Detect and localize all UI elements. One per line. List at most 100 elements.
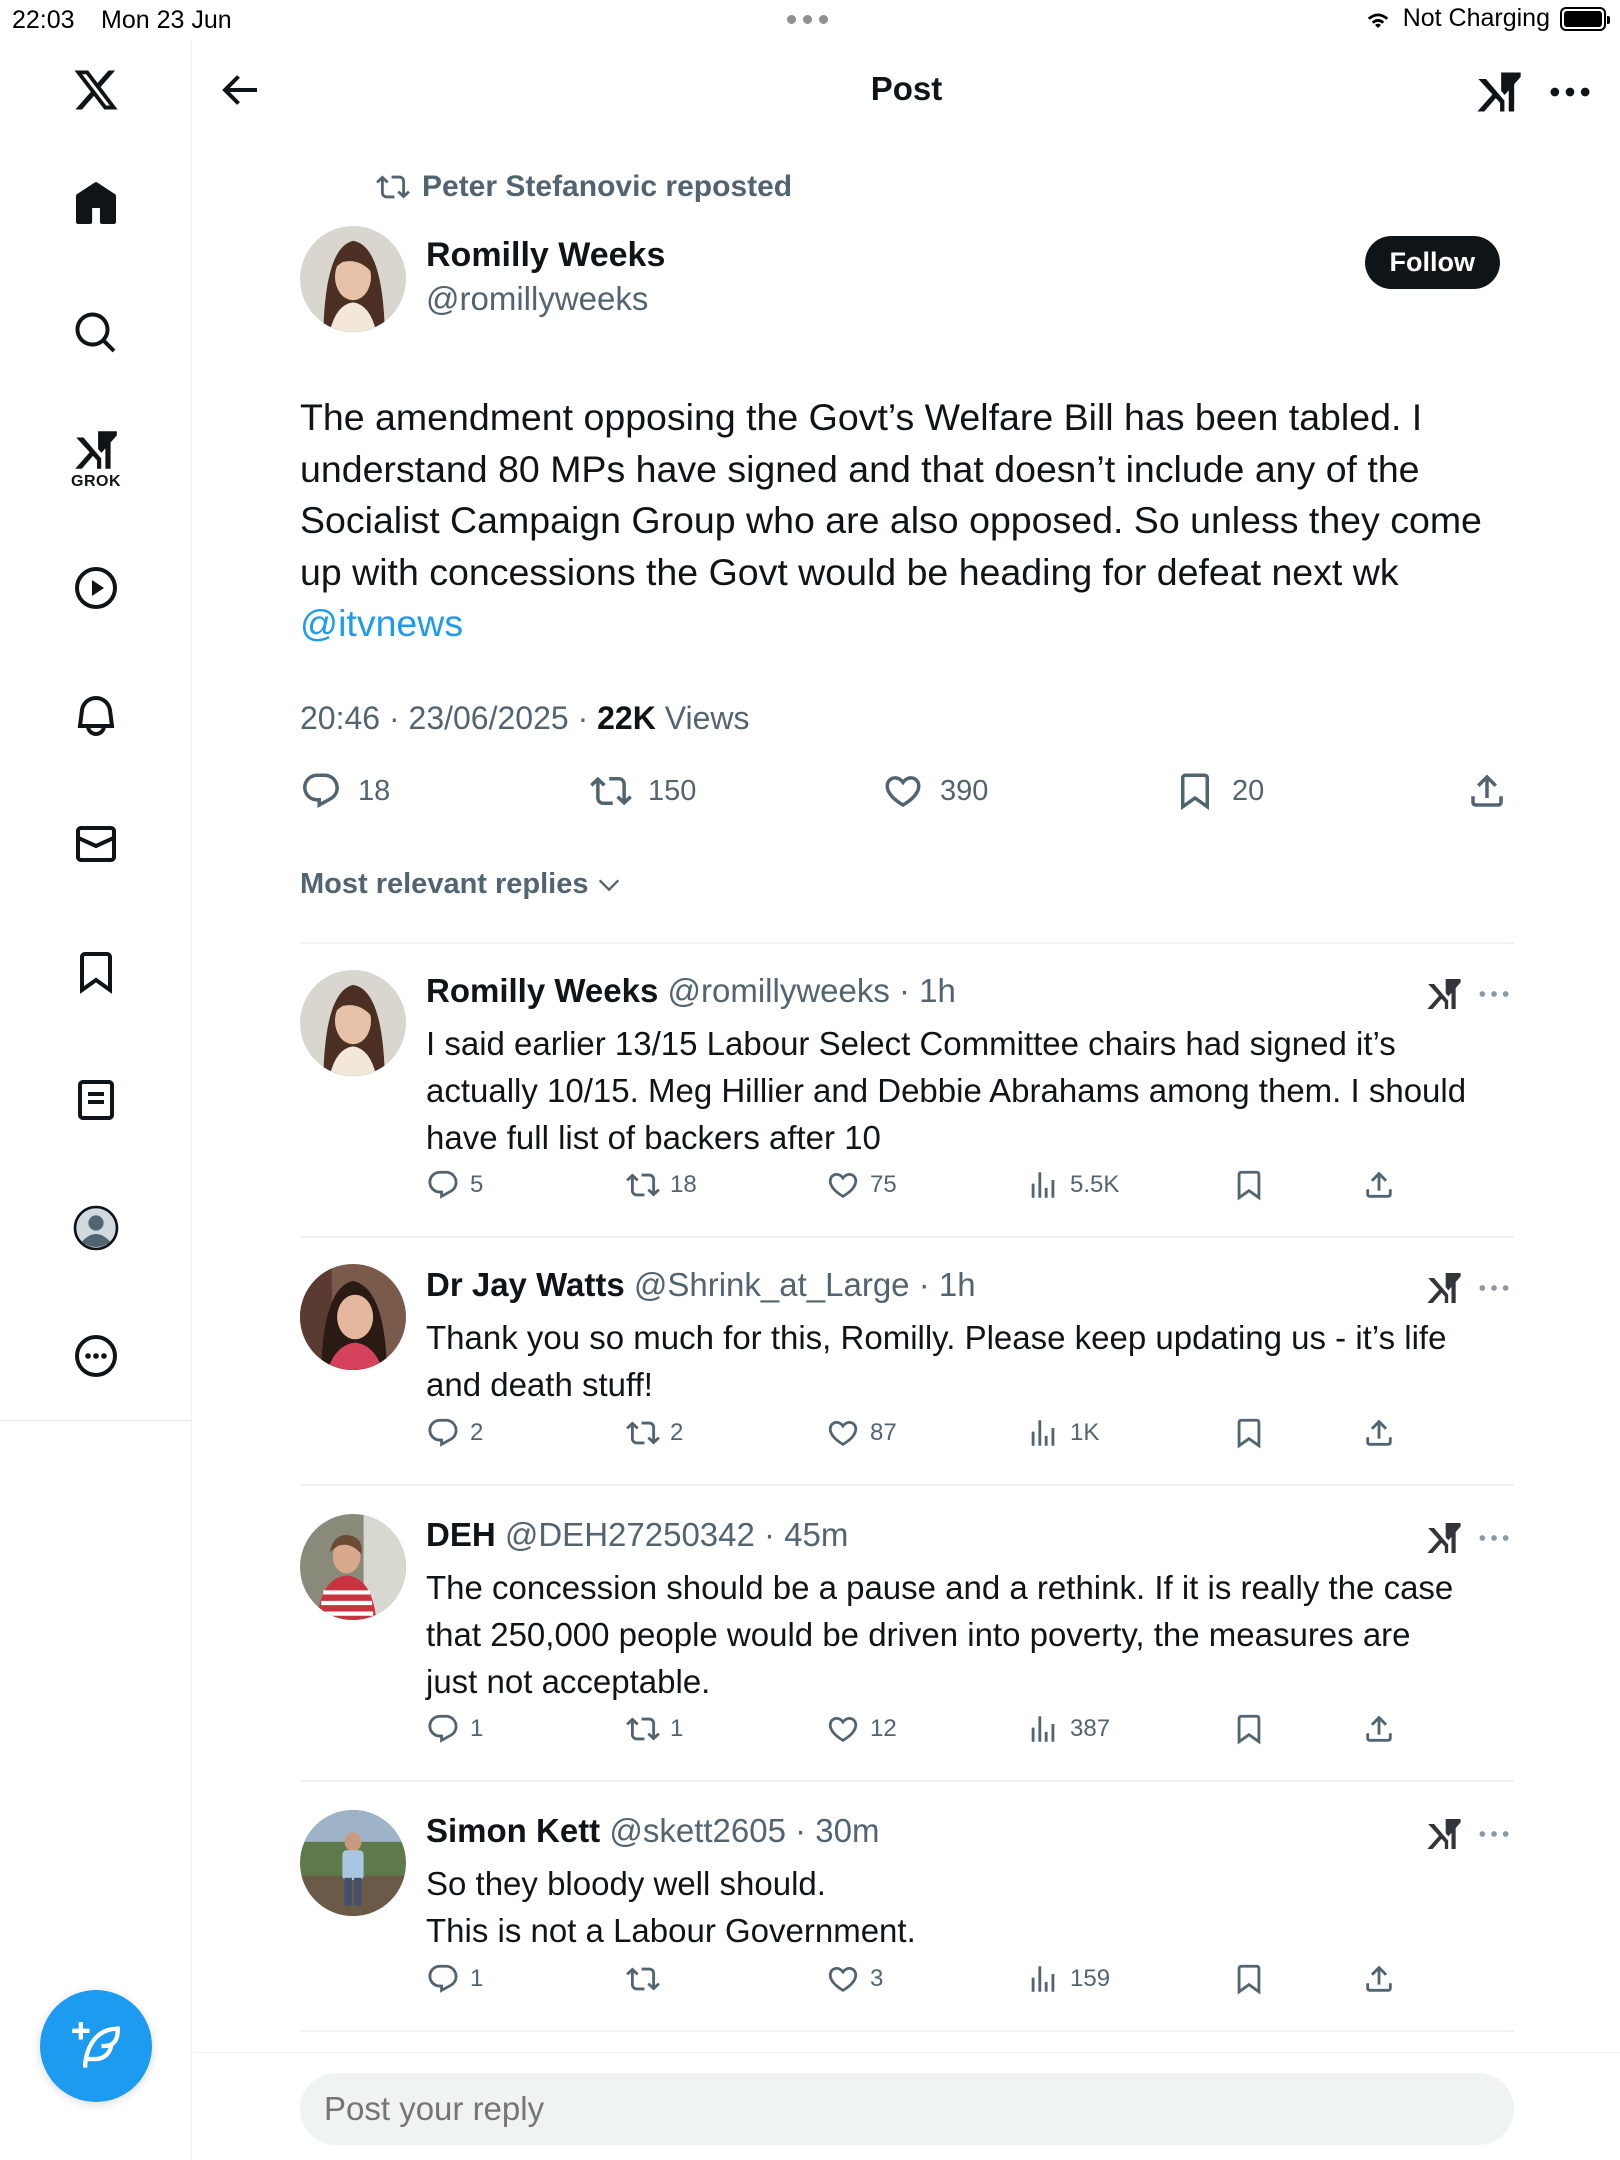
- avatar[interactable]: [300, 1264, 406, 1370]
- repost-button[interactable]: [626, 1962, 670, 1996]
- post-text-line: Socialist Campaign Group who are also op…: [300, 499, 1482, 541]
- home-icon[interactable]: [56, 164, 136, 244]
- reply-icon: [426, 1168, 460, 1202]
- share-button[interactable]: [1362, 1712, 1396, 1746]
- reply-text-line: just not acceptable.: [426, 1663, 711, 1700]
- bookmark-icon: [1232, 1168, 1266, 1202]
- reply-header: DEH @DEH27250342 · 45m: [426, 1516, 848, 1554]
- more-options-icon[interactable]: [1474, 1814, 1514, 1854]
- author-name[interactable]: Romilly Weeks: [426, 236, 665, 275]
- reply-text: Thank you so much for this, Romilly. Ple…: [426, 1314, 1516, 1408]
- reply-author-name[interactable]: Simon Kett: [426, 1812, 600, 1849]
- reply-author-handle[interactable]: @DEH27250342 · 45m: [496, 1516, 849, 1553]
- views-button[interactable]: 1K: [1026, 1416, 1099, 1450]
- x-logo-icon[interactable]: [56, 50, 136, 130]
- reply-author-handle[interactable]: @skett2605 · 30m: [600, 1812, 879, 1849]
- reply-author-name[interactable]: Romilly Weeks: [426, 972, 658, 1009]
- reply-text-line: The concession should be a pause and a r…: [426, 1569, 1454, 1606]
- reply-text-line: that 250,000 people would be driven into…: [426, 1616, 1411, 1653]
- like-count: 390: [940, 774, 989, 807]
- bookmark-button[interactable]: [1232, 1962, 1266, 1996]
- post-timestamp[interactable]: 20:46 · 23/06/2025 ·: [300, 700, 597, 736]
- author-handle[interactable]: @romillyweeks: [426, 280, 648, 318]
- reply-author-name[interactable]: DEH: [426, 1516, 496, 1553]
- repost-icon: [626, 1168, 660, 1202]
- avatar[interactable]: [300, 226, 406, 332]
- share-icon: [1362, 1962, 1396, 1996]
- divider: [300, 1484, 1514, 1486]
- grok-icon[interactable]: [1424, 974, 1464, 1014]
- views-button[interactable]: 5.5K: [1026, 1168, 1119, 1202]
- reply-actions: 1 3 159: [426, 1962, 1426, 2002]
- search-icon[interactable]: [56, 293, 136, 373]
- reply-icon: [300, 770, 342, 812]
- repost-indicator[interactable]: Peter Stefanovic reposted: [376, 170, 792, 204]
- heart-icon: [882, 770, 924, 812]
- share-button[interactable]: [1362, 1416, 1396, 1450]
- mention-link[interactable]: @itvnews: [300, 598, 1514, 650]
- bookmark-button[interactable]: 20: [1174, 770, 1264, 812]
- grok-label: GROK: [71, 473, 121, 490]
- more-options-circle-icon[interactable]: [56, 1316, 136, 1396]
- bookmark-button[interactable]: [1232, 1712, 1266, 1746]
- bookmark-button[interactable]: [1232, 1168, 1266, 1202]
- views-button[interactable]: 387: [1026, 1712, 1110, 1746]
- views-label: Views: [655, 700, 750, 736]
- reply-author-name[interactable]: Dr Jay Watts: [426, 1266, 625, 1303]
- reply-button[interactable]: 5: [426, 1168, 483, 1202]
- reply-text: The concession should be a pause and a r…: [426, 1564, 1516, 1705]
- more-options-icon[interactable]: [1474, 974, 1514, 1014]
- video-play-icon[interactable]: [56, 548, 136, 628]
- multitasking-dots-icon[interactable]: [787, 15, 828, 24]
- reply-actions: 1 1 12 387: [426, 1712, 1426, 1752]
- reply-text: So they bloody well should. This is not …: [426, 1860, 1516, 1954]
- like-button[interactable]: 3: [826, 1962, 883, 1996]
- like-button[interactable]: 12: [826, 1712, 897, 1746]
- repost-button[interactable]: 150: [590, 770, 696, 812]
- lists-icon[interactable]: [56, 1060, 136, 1140]
- share-button[interactable]: [1362, 1962, 1396, 1996]
- notifications-bell-icon[interactable]: [56, 676, 136, 756]
- like-button[interactable]: 87: [826, 1416, 897, 1450]
- messages-envelope-icon[interactable]: [56, 804, 136, 884]
- replies-sort-dropdown[interactable]: Most relevant replies: [300, 868, 623, 901]
- bookmark-button[interactable]: [1232, 1416, 1266, 1450]
- reply-author-handle[interactable]: @romillyweeks · 1h: [658, 972, 955, 1009]
- grok-icon[interactable]: [1473, 66, 1525, 118]
- avatar[interactable]: [300, 970, 406, 1076]
- repost-button[interactable]: 2: [626, 1416, 683, 1450]
- compose-post-button[interactable]: [40, 1990, 152, 2102]
- more-options-icon[interactable]: [1474, 1268, 1514, 1308]
- grok-icon[interactable]: GROK: [56, 418, 136, 498]
- share-button[interactable]: [1362, 1168, 1396, 1202]
- status-bar: 22:03 Mon 23 Jun Not Charging: [0, 0, 1620, 40]
- views-button[interactable]: 159: [1026, 1962, 1110, 1996]
- reply-button[interactable]: 1: [426, 1962, 483, 1996]
- share-button[interactable]: [1466, 770, 1508, 812]
- share-icon: [1362, 1712, 1396, 1746]
- like-button[interactable]: 75: [826, 1168, 897, 1202]
- more-options-icon[interactable]: [1544, 66, 1596, 118]
- grok-icon[interactable]: [1424, 1814, 1464, 1854]
- like-button[interactable]: 390: [882, 770, 988, 812]
- reply-author-handle[interactable]: @Shrink_at_Large · 1h: [625, 1266, 976, 1303]
- reply-button[interactable]: 18: [300, 770, 390, 812]
- bookmarks-icon[interactable]: [56, 932, 136, 1012]
- grok-icon[interactable]: [1424, 1518, 1464, 1558]
- divider: [300, 1780, 1514, 1782]
- reply-button[interactable]: 1: [426, 1712, 483, 1746]
- reply-input[interactable]: [300, 2073, 1514, 2145]
- grok-icon[interactable]: [1424, 1268, 1464, 1308]
- repost-button[interactable]: 1: [626, 1712, 683, 1746]
- repost-icon: [376, 170, 410, 204]
- follow-button[interactable]: Follow: [1364, 236, 1500, 289]
- reply-text-line: and death stuff!: [426, 1366, 653, 1403]
- more-options-icon[interactable]: [1474, 1518, 1514, 1558]
- replies-sort-label: Most relevant replies: [300, 868, 589, 900]
- avatar[interactable]: [300, 1810, 406, 1916]
- avatar[interactable]: [300, 1514, 406, 1620]
- sidebar: GROK: [0, 40, 192, 2160]
- profile-avatar-icon[interactable]: [56, 1188, 136, 1268]
- reply-button[interactable]: 2: [426, 1416, 483, 1450]
- repost-button[interactable]: 18: [626, 1168, 697, 1202]
